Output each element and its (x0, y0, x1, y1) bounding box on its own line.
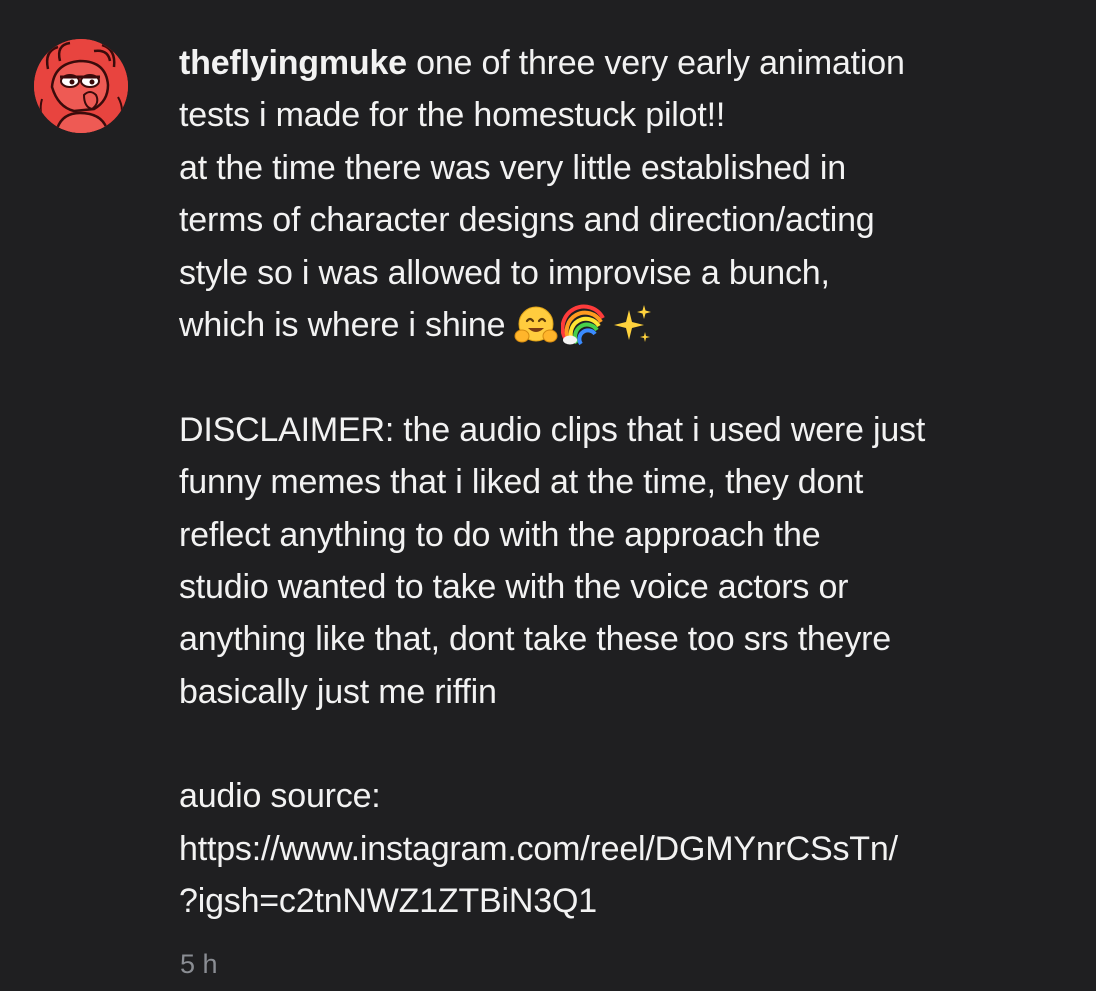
emoji-group (513, 302, 655, 348)
comment: theflyingmuke one of three very early an… (0, 0, 1096, 991)
source-url-link[interactable]: https://www.instagram.com/reel/DGMYnrCSs… (179, 823, 1079, 875)
disclaimer-line: studio wanted to take with the voice act… (179, 567, 849, 606)
source-label: audio source: (179, 777, 381, 816)
username-link[interactable]: theflyingmuke (179, 44, 407, 82)
comment-body: theflyingmuke one of three very early an… (179, 37, 1079, 928)
rainbow-emoji-icon (561, 302, 607, 348)
avatar-cartoon-icon (34, 39, 128, 133)
comment-text-line: at the time there was very little establ… (179, 148, 846, 187)
disclaimer-line: basically just me riffin (179, 672, 497, 711)
comment-text: which is where i shine (179, 305, 506, 344)
disclaimer-line: anything like that, dont take these too … (179, 620, 891, 659)
hugging-face-emoji-icon (513, 302, 559, 348)
comment-text: one of three very early animation (416, 44, 905, 82)
comment-text-line: style so i was allowed to improvise a bu… (179, 253, 830, 292)
source-url-query[interactable]: ?igsh=c2tnNWZ1ZTBiN3Q1 (179, 875, 1079, 927)
sparkles-emoji-icon (609, 302, 655, 348)
disclaimer-line: DISCLAIMER: the audio clips that i used … (179, 410, 926, 449)
comment-timestamp: 5 h (180, 949, 218, 979)
comment-first-line: theflyingmuke one of three very early an… (179, 37, 1079, 89)
disclaimer-line: reflect anything to do with the approach… (179, 515, 821, 554)
comment-text-line: terms of character designs and direction… (179, 201, 875, 240)
disclaimer-line: funny memes that i liked at the time, th… (179, 463, 864, 502)
comment-text-line: tests i made for the homestuck pilot!! (179, 96, 726, 135)
comment-shine-line: which is where i shine (179, 299, 1079, 351)
avatar[interactable] (34, 39, 128, 133)
